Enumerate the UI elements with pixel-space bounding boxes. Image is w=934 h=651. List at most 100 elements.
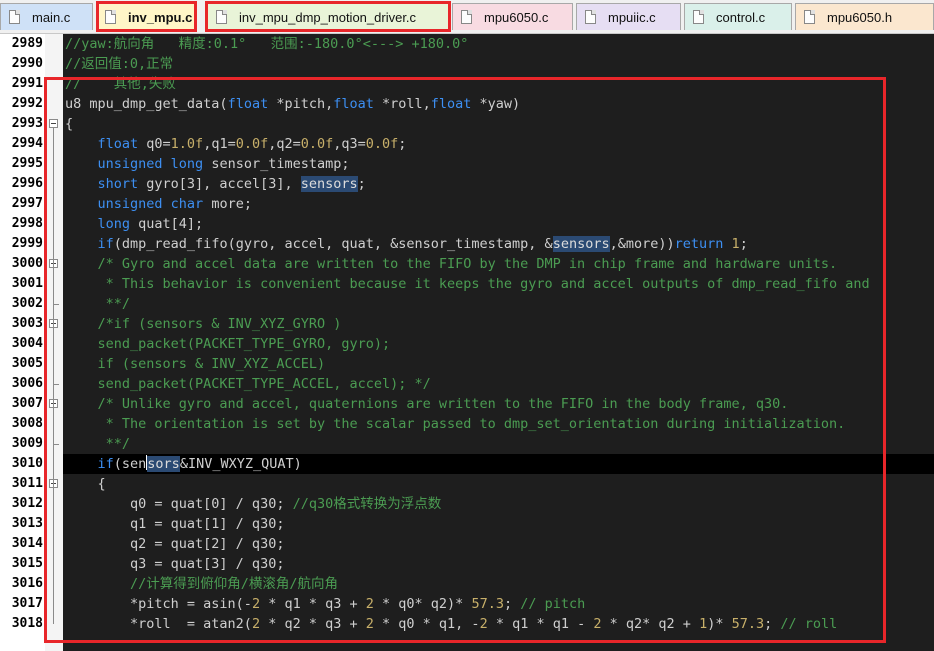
- line-number: 2991: [11, 76, 43, 91]
- code-token: *pitch = asin(-: [65, 596, 252, 612]
- code-line: **/: [65, 294, 130, 314]
- line-number: 3002: [11, 296, 43, 311]
- tab-inv-mpu-dmp-motion-driver-c[interactable]: inv_mpu_dmp_motion_driver.c: [207, 3, 449, 30]
- h-file-icon: [804, 10, 815, 24]
- line-number: 2992: [11, 96, 43, 111]
- line-number: 3017: [11, 596, 43, 611]
- line-number: 3011: [11, 476, 43, 491]
- code-token: (dmp_read_fifo(gyro, accel, quat, &senso…: [113, 236, 553, 252]
- code-line: // 其他,失败: [65, 74, 176, 94]
- line-number: 3013: [11, 516, 43, 531]
- fold-guide-line: [53, 408, 54, 444]
- line-number: 3009: [11, 436, 43, 451]
- code-editor[interactable]: 2989 2990 2991 2992 2993 2994 2995 2996 2997 2998…: [0, 34, 934, 651]
- code-keyword: unsigned char: [97, 196, 204, 212]
- fold-end-marker: [53, 304, 59, 305]
- code-token: * q0 * q1, -: [373, 616, 480, 632]
- code-line: //返回值:0,正常: [65, 54, 173, 74]
- line-number: 3010: [11, 456, 43, 471]
- code-line: long quat[4];: [65, 214, 204, 234]
- line-number: 3000: [11, 256, 43, 271]
- tab-mpu6050-h[interactable]: mpu6050.h: [795, 3, 934, 30]
- line-number: 2993: [11, 116, 43, 131]
- fold-guide-line: [53, 328, 54, 384]
- line-number: 3004: [11, 336, 43, 351]
- code-comment: //yaw:航向角 精度:0.1° 范围:-180.0°<---> +180.0…: [65, 36, 469, 52]
- code-comment: // pitch: [520, 596, 586, 612]
- code-keyword: if: [97, 456, 114, 472]
- code-line: *roll = atan2(2 * q2 * q3 + 2 * q0 * q1,…: [65, 614, 837, 634]
- code-token: 57.3: [731, 616, 765, 632]
- c-file-icon: [105, 10, 116, 24]
- code-token: 2: [479, 616, 488, 632]
- code-token: ,q3=: [333, 136, 366, 152]
- code-token: 0.0f: [365, 136, 399, 152]
- c-file-icon: [585, 10, 596, 24]
- code-token: q0 = quat[0] / q30;: [65, 496, 293, 512]
- tab-main-c[interactable]: main.c: [0, 3, 93, 30]
- code-comment: //返回值:0,正常: [65, 56, 174, 72]
- code-token: {: [65, 116, 74, 132]
- code-line: u8 mpu_dmp_get_data(float *pitch,float *…: [65, 94, 520, 114]
- code-token: q3 = quat[3] / q30;: [65, 556, 285, 572]
- code-line: *pitch = asin(-2 * q1 * q3 + 2 * q0* q2)…: [65, 594, 585, 614]
- code-token: *pitch,: [268, 96, 334, 112]
- code-token: 0.0f: [300, 136, 334, 152]
- file-tab-bar: main.c inv_mpu.c inv_mpu_dmp_motion_driv…: [0, 0, 934, 34]
- code-comment: **/: [65, 436, 131, 452]
- line-number: 3016: [11, 576, 43, 591]
- code-line: q0 = quat[0] / q30; //q30格式转换为浮点数: [65, 494, 441, 514]
- c-file-icon: [9, 10, 20, 24]
- code-line: {: [65, 114, 73, 134]
- code-line: unsigned long sensor_timestamp;: [65, 154, 350, 174]
- code-token: * q1 * q1 -: [487, 616, 594, 632]
- line-number: 2990: [11, 56, 43, 71]
- line-number: 3015: [11, 556, 43, 571]
- tab-control-c[interactable]: control.c: [684, 3, 792, 30]
- code-comment: if (sensors & INV_XYZ_ACCEL): [65, 356, 326, 372]
- tab-inv-mpu-c[interactable]: inv_mpu.c: [96, 3, 197, 30]
- tab-label: mpu6050.c: [484, 9, 549, 25]
- code-token: * q0* q2)*: [373, 596, 472, 612]
- fold-guide-line: [53, 488, 54, 624]
- code-token: *roll = atan2(: [65, 616, 252, 632]
- c-file-icon: [216, 10, 227, 24]
- line-number: 2995: [11, 156, 43, 171]
- line-number: 3005: [11, 356, 43, 371]
- code-token: ,&more)): [609, 236, 675, 252]
- code-line: if(dmp_read_fifo(gyro, accel, quat, &sen…: [65, 234, 748, 254]
- highlighted-identifier: sensors: [300, 176, 358, 192]
- code-keyword: if: [97, 236, 114, 252]
- code-token: sensor_timestamp;: [203, 156, 350, 172]
- tab-mpu6050-c[interactable]: mpu6050.c: [452, 3, 573, 30]
- code-line: send_packet(PACKET_TYPE_ACCEL, accel); *…: [65, 374, 431, 394]
- code-comment: /* Unlike gyro and accel, quaternions ar…: [65, 396, 789, 412]
- code-comment: // 其他,失败: [65, 76, 176, 92]
- code-token: gyro[3], accel[3],: [138, 176, 301, 192]
- code-token: q1 = quat[1] / q30;: [65, 516, 285, 532]
- code-token: {: [65, 476, 106, 492]
- code-token: )*: [707, 616, 732, 632]
- line-number: 2996: [11, 176, 43, 191]
- tab-mpuiic-c[interactable]: mpuiic.c: [576, 3, 681, 30]
- code-line: //yaw:航向角 精度:0.1° 范围:-180.0°<---> +180.0…: [65, 34, 468, 54]
- line-number: 3008: [11, 416, 43, 431]
- code-line: if (sensors & INV_XYZ_ACCEL): [65, 354, 326, 374]
- code-token: * q2 * q3 +: [260, 616, 366, 632]
- code-token: *yaw): [471, 96, 521, 112]
- code-line: unsigned char more;: [65, 194, 252, 214]
- code-token: 2: [251, 596, 261, 612]
- code-comment: send_packet(PACKET_TYPE_ACCEL, accel); *…: [65, 376, 431, 392]
- fold-toggle-icon[interactable]: [49, 119, 58, 128]
- code-text-area[interactable]: //yaw:航向角 精度:0.1° 范围:-180.0°<---> +180.0…: [63, 34, 934, 651]
- code-line: q2 = quat[2] / q30;: [65, 534, 284, 554]
- tab-label: inv_mpu_dmp_motion_driver.c: [239, 9, 417, 25]
- code-token: quat[4];: [130, 216, 204, 232]
- code-line: send_packet(PACKET_TYPE_GYRO, gyro);: [65, 334, 391, 354]
- line-number: 3006: [11, 376, 43, 391]
- line-number: 3014: [11, 536, 43, 551]
- code-comment: /* Gyro and accel data are written to th…: [65, 256, 838, 272]
- code-token: *roll,: [373, 96, 431, 112]
